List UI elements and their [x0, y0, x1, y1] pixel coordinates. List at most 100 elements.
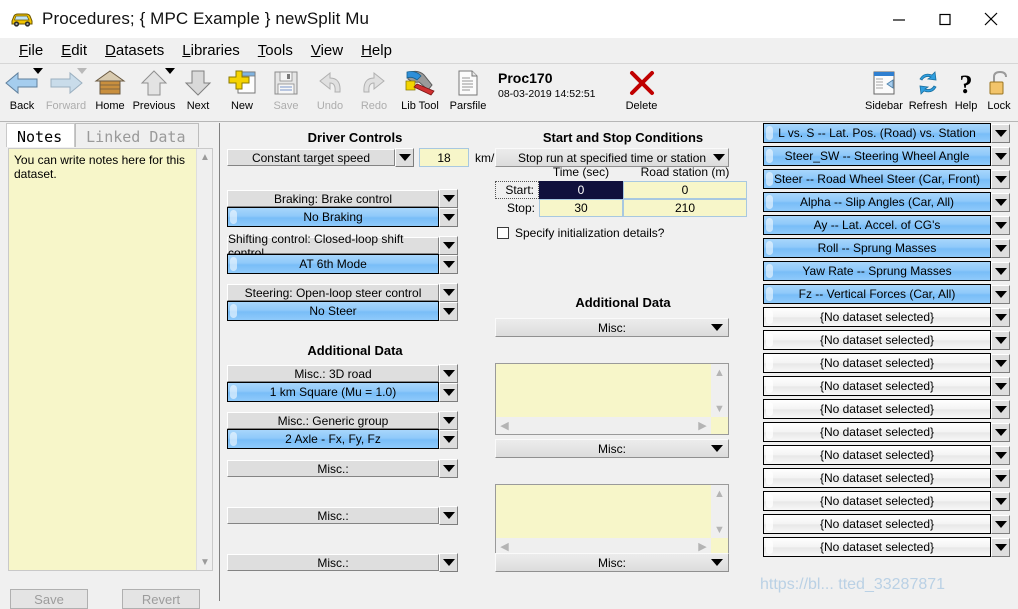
notes-textarea[interactable]: You can write notes here for this datase…	[8, 148, 213, 571]
plot-definition-button[interactable]: {No dataset selected}	[763, 330, 991, 350]
toolbar-refresh-button[interactable]: Refresh	[906, 66, 950, 120]
plot-definition-button[interactable]: Fz -- Vertical Forces (Car, All)	[763, 284, 991, 304]
road-type-combo[interactable]: Misc.: 3D road	[227, 365, 439, 382]
init-details-checkbox[interactable]	[497, 227, 509, 239]
toolbar-sidebar-button[interactable]: Sidebar	[862, 66, 906, 120]
plot-definition-button[interactable]: Steer -- Road Wheel Steer (Car, Front)	[763, 169, 991, 189]
toolbar-next-button[interactable]: Next	[176, 66, 220, 120]
misc5-dropdown-arrow[interactable]	[439, 553, 458, 572]
scroll-up-icon[interactable]: ▲	[711, 485, 728, 502]
plot-definition-dropdown-arrow[interactable]	[991, 492, 1010, 511]
mid-misc2-dropdown-arrow[interactable]	[707, 439, 726, 458]
generic-type-dropdown-arrow[interactable]	[439, 411, 458, 430]
plot-definition-button[interactable]: {No dataset selected}	[763, 537, 991, 557]
plot-definition-dropdown-arrow[interactable]	[991, 423, 1010, 442]
speed-value-input[interactable]: 18	[419, 148, 469, 167]
menu-item-libraries[interactable]: Libraries	[173, 41, 249, 60]
generic-value-button[interactable]: 2 Axle - Fx, Fy, Fz	[227, 429, 439, 449]
braking-value-button[interactable]: No Braking	[227, 207, 439, 227]
menu-item-view[interactable]: View	[302, 41, 352, 60]
toolbar-back-button[interactable]: Back	[0, 66, 44, 120]
shifting-type-dropdown-arrow[interactable]	[439, 236, 458, 255]
plot-definition-dropdown-arrow[interactable]	[991, 354, 1010, 373]
toolbar-redo-button[interactable]: Redo	[352, 66, 396, 120]
steering-type-dropdown-arrow[interactable]	[439, 283, 458, 302]
toolbar-save-button[interactable]: Save	[264, 66, 308, 120]
start-time-input[interactable]: 0	[539, 181, 623, 199]
menu-item-file[interactable]: File	[10, 41, 52, 60]
start-station-input[interactable]: 0	[623, 181, 747, 199]
toolbar-previous-button[interactable]: Previous	[132, 66, 176, 120]
plot-definition-dropdown-arrow[interactable]	[991, 239, 1010, 258]
plot-definition-button[interactable]: Roll -- Sprung Masses	[763, 238, 991, 258]
steering-value-button[interactable]: No Steer	[227, 301, 439, 321]
menu-item-datasets[interactable]: Datasets	[96, 41, 173, 60]
plot-definition-dropdown-arrow[interactable]	[991, 377, 1010, 396]
plot-definition-button[interactable]: L vs. S -- Lat. Pos. (Road) vs. Station	[763, 123, 991, 143]
mid-misc2-combo[interactable]: Misc:	[495, 439, 729, 458]
mid-textarea-1[interactable]: ▲ ▼ ◀ ▶	[495, 363, 729, 435]
misc4-dropdown-arrow[interactable]	[439, 506, 458, 525]
road-value-dropdown-arrow[interactable]	[439, 383, 458, 402]
chevron-down-icon[interactable]	[165, 68, 175, 74]
toolbar-forward-button[interactable]: Forward	[44, 66, 88, 120]
plot-definition-dropdown-arrow[interactable]	[991, 538, 1010, 557]
menu-item-edit[interactable]: Edit	[52, 41, 96, 60]
misc3-combo[interactable]: Misc.:	[227, 460, 439, 477]
misc3-dropdown-arrow[interactable]	[439, 459, 458, 478]
menu-item-tools[interactable]: Tools	[249, 41, 302, 60]
plot-definition-dropdown-arrow[interactable]	[991, 262, 1010, 281]
tab-linked-data[interactable]: Linked Data	[75, 123, 198, 147]
mid-misc1-combo[interactable]: Misc:	[495, 318, 729, 337]
toolbar-libtool-button[interactable]: Lib Tool	[396, 66, 444, 120]
init-details-row[interactable]: Specify initialization details?	[497, 226, 664, 240]
toolbar-undo-button[interactable]: Undo	[308, 66, 352, 120]
misc5-combo[interactable]: Misc.:	[227, 554, 439, 571]
mid-misc3-dropdown-arrow[interactable]	[707, 553, 726, 572]
plot-definition-button[interactable]: Ay -- Lat. Accel. of CG's	[763, 215, 991, 235]
stop-time-input[interactable]: 30	[539, 199, 623, 217]
shifting-value-button[interactable]: AT 6th Mode	[227, 254, 439, 274]
scroll-down-icon[interactable]: ▼	[711, 521, 728, 538]
toolbar-home-button[interactable]: Home	[88, 66, 132, 120]
stop-station-input[interactable]: 210	[623, 199, 747, 217]
toolbar-help-button[interactable]: ? Help	[950, 66, 982, 120]
braking-type-combo[interactable]: Braking: Brake control	[227, 190, 439, 207]
plot-definition-dropdown-arrow[interactable]	[991, 308, 1010, 327]
menu-item-help[interactable]: Help	[352, 41, 401, 60]
mid-textarea-2[interactable]: ▲ ▼ ◀ ▶	[495, 484, 729, 556]
textarea-1-hscrollbar[interactable]: ◀ ▶	[496, 417, 711, 434]
scroll-up-icon[interactable]: ▲	[197, 149, 213, 165]
speed-mode-dropdown-arrow[interactable]	[395, 148, 414, 167]
scroll-down-icon[interactable]: ▼	[197, 554, 213, 570]
plot-definition-dropdown-arrow[interactable]	[991, 147, 1010, 166]
mid-misc1-dropdown-arrow[interactable]	[707, 318, 726, 337]
plot-definition-dropdown-arrow[interactable]	[991, 170, 1010, 189]
mid-misc3-combo[interactable]: Misc:	[495, 553, 729, 572]
scroll-left-icon[interactable]: ◀	[496, 417, 513, 434]
notes-scrollbar[interactable]: ▲ ▼	[196, 149, 212, 570]
plot-definition-button[interactable]: Steer_SW -- Steering Wheel Angle	[763, 146, 991, 166]
plot-definition-dropdown-arrow[interactable]	[991, 193, 1010, 212]
scroll-right-icon[interactable]: ▶	[694, 417, 711, 434]
plot-definition-button[interactable]: {No dataset selected}	[763, 307, 991, 327]
maximize-button[interactable]	[922, 4, 968, 34]
toolbar-lock-button[interactable]: Lock	[982, 66, 1016, 120]
plot-definition-button[interactable]: {No dataset selected}	[763, 376, 991, 396]
plot-definition-dropdown-arrow[interactable]	[991, 469, 1010, 488]
generic-value-dropdown-arrow[interactable]	[439, 430, 458, 449]
scroll-down-icon[interactable]: ▼	[711, 400, 728, 417]
plot-definition-button[interactable]: Yaw Rate -- Sprung Masses	[763, 261, 991, 281]
steering-value-dropdown-arrow[interactable]	[439, 302, 458, 321]
plot-definition-button[interactable]: {No dataset selected}	[763, 422, 991, 442]
generic-type-combo[interactable]: Misc.: Generic group	[227, 412, 439, 429]
plot-definition-button[interactable]: {No dataset selected}	[763, 353, 991, 373]
shifting-value-dropdown-arrow[interactable]	[439, 255, 458, 274]
plot-definition-button[interactable]: {No dataset selected}	[763, 514, 991, 534]
textarea-1-vscrollbar[interactable]: ▲ ▼	[711, 364, 728, 417]
plot-definition-button[interactable]: {No dataset selected}	[763, 491, 991, 511]
plot-definition-dropdown-arrow[interactable]	[991, 124, 1010, 143]
speed-mode-combo[interactable]: Constant target speed	[227, 149, 395, 166]
toolbar-new-button[interactable]: New	[220, 66, 264, 120]
textarea-2-vscrollbar[interactable]: ▲ ▼	[711, 485, 728, 538]
